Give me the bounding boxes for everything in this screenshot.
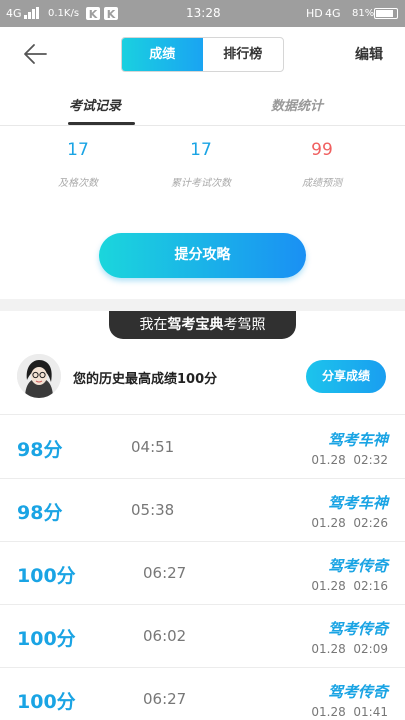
avatar — [17, 354, 61, 398]
record-title: 驾考传奇 — [327, 683, 388, 701]
battery-icon — [374, 8, 398, 19]
best-score-text: 您的历史最高成绩100分 — [73, 372, 218, 387]
record-datetime: 01.28 02:09 — [311, 642, 388, 656]
network-type-left: 4G — [6, 7, 22, 20]
record-duration: 05:38 — [131, 501, 175, 519]
record-score: 98分 — [17, 502, 63, 524]
share-score-button[interactable]: 分享成绩 — [306, 360, 386, 393]
network-type-right: 4G — [325, 7, 341, 20]
user-avatar-icon — [17, 354, 61, 398]
network-speed: 0.1K/s — [48, 8, 80, 19]
record-row[interactable]: 100分 06:02 驾考传奇 01.28 02:09 — [0, 605, 405, 668]
segment-scores[interactable]: 成绩 — [122, 38, 203, 71]
battery-percent: 81% — [352, 8, 375, 19]
app-notification-icon: K — [104, 7, 118, 21]
clock: 13:28 — [186, 6, 221, 20]
record-title: 驾考车神 — [327, 494, 388, 512]
record-row[interactable]: 98分 05:38 驾考车神 01.28 02:26 — [0, 479, 405, 542]
active-tab-indicator — [68, 122, 135, 125]
score-tips-button[interactable]: 提分攻略 — [99, 233, 306, 278]
record-score: 100分 — [17, 628, 76, 650]
score-prediction-value: 99 — [311, 140, 333, 160]
record-title: 驾考传奇 — [327, 620, 388, 638]
segment-leaderboard[interactable]: 排行榜 — [203, 38, 284, 71]
exam-record-list: 98分 04:51 驾考车神 01.28 02:32 98分 05:38 驾考车… — [0, 416, 405, 720]
tab-data-statistics[interactable]: 数据统计 — [271, 95, 323, 114]
app-notification-icon: K — [86, 7, 100, 21]
tab-exam-records[interactable]: 考试记录 — [69, 95, 121, 114]
section-divider — [0, 299, 405, 311]
record-score: 100分 — [17, 691, 76, 713]
record-duration: 06:02 — [143, 627, 187, 645]
record-datetime: 01.28 02:32 — [311, 453, 388, 467]
status-bar: 4G 0.1K/s K K 13:28 HD 4G 81% — [0, 0, 405, 27]
total-exams-value: 17 — [190, 140, 212, 160]
edit-button[interactable]: 编辑 — [355, 44, 383, 64]
pass-count-label: 及格次数 — [58, 178, 98, 189]
banner-brand: 驾考宝典 — [167, 317, 224, 333]
record-score: 100分 — [17, 565, 76, 587]
hd-indicator: HD — [306, 7, 323, 20]
pass-count-value: 17 — [67, 140, 89, 160]
tab-bar: 考试记录 数据统计 — [0, 82, 405, 126]
record-row[interactable]: 98分 04:51 驾考车神 01.28 02:32 — [0, 416, 405, 479]
record-duration: 06:27 — [143, 564, 187, 582]
top-nav-bar: 成绩 排行榜 编辑 — [0, 27, 405, 82]
record-title: 驾考车神 — [327, 431, 388, 449]
record-row[interactable]: 100分 06:27 驾考传奇 01.28 01:41 — [0, 668, 405, 720]
score-prediction-label: 成绩预测 — [302, 178, 342, 189]
record-row[interactable]: 100分 06:27 驾考传奇 01.28 02:16 — [0, 542, 405, 605]
banner-prefix: 我在 — [139, 317, 168, 333]
signal-icon — [24, 7, 42, 19]
record-title: 驾考传奇 — [327, 557, 388, 575]
record-duration: 06:27 — [143, 690, 187, 708]
back-arrow-icon — [24, 44, 47, 64]
record-datetime: 01.28 02:16 — [311, 579, 388, 593]
app-banner: 我在驾考宝典考驾照 — [109, 311, 296, 339]
record-datetime: 01.28 02:26 — [311, 516, 388, 530]
record-score: 98分 — [17, 439, 63, 461]
segment-control: 成绩 排行榜 — [121, 37, 284, 72]
record-datetime: 01.28 01:41 — [311, 705, 388, 719]
banner-suffix: 考驾照 — [223, 317, 266, 333]
best-score-row: 您的历史最高成绩100分 分享成绩 — [0, 347, 405, 415]
record-duration: 04:51 — [131, 438, 175, 456]
total-exams-label: 累计考试次数 — [171, 178, 231, 189]
back-button[interactable] — [20, 39, 52, 69]
